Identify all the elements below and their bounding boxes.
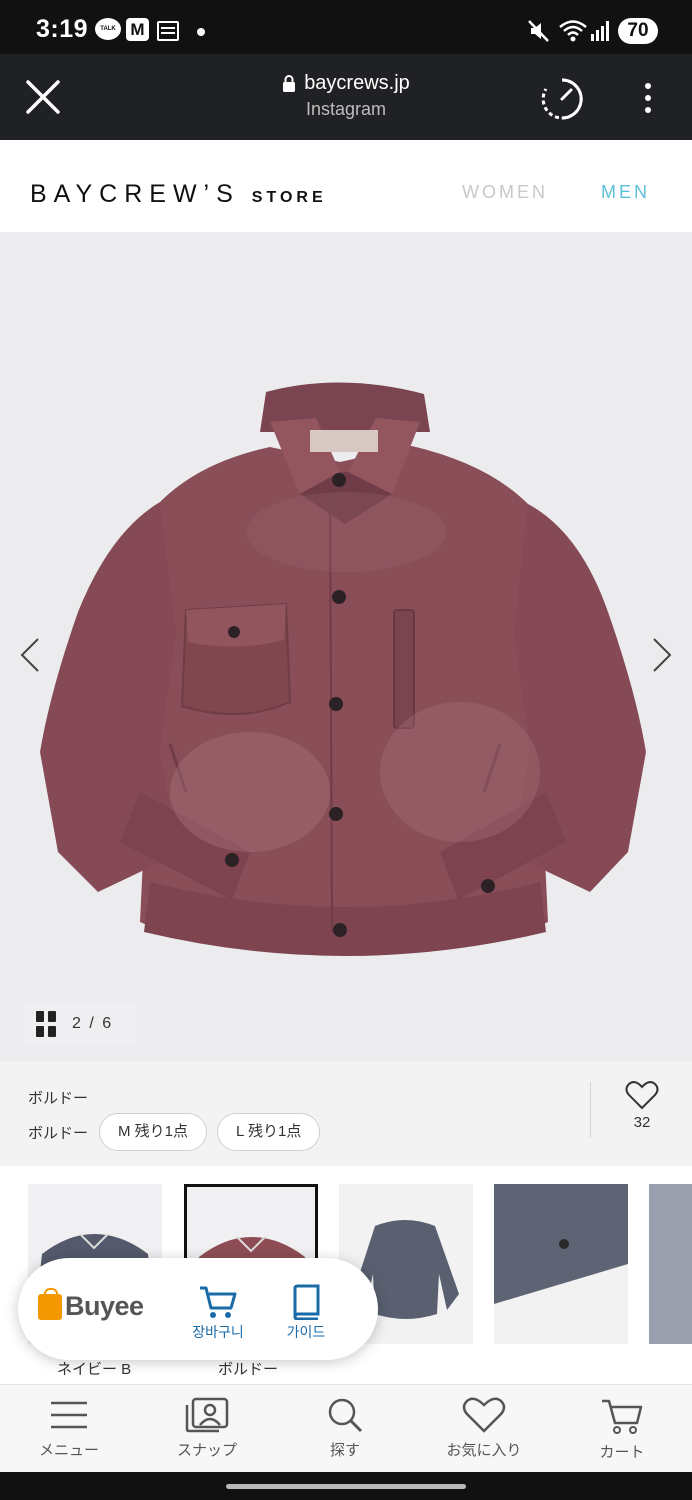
logo-sub-text: STORE [251, 189, 327, 206]
app-root: 3:19 TALK M 70 baycrews.jp Instagram BAY… [0, 0, 692, 1500]
thumbnail-detail[interactable] [494, 1184, 628, 1344]
calendar-icon [157, 21, 179, 41]
nav-search[interactable]: 探す [290, 1397, 400, 1460]
nav-cart-label: カート [599, 1444, 645, 1461]
buyee-logo[interactable]: Buyee [38, 1287, 144, 1322]
url-line: baycrews.jp [200, 72, 492, 95]
battery-indicator: 70 [618, 18, 658, 44]
buyee-guide-button[interactable]: 가이드 [276, 1284, 336, 1342]
thumbnail-detail-2[interactable] [649, 1184, 692, 1344]
buyee-brand-text: Buyee [65, 1291, 144, 1321]
heart-icon [625, 1081, 659, 1110]
cart-icon [602, 1399, 643, 1434]
image-counter-text: 2 / 6 [72, 1015, 114, 1032]
nav-favorites[interactable]: お気に入り [429, 1397, 539, 1460]
nav-cart[interactable]: カート [567, 1397, 677, 1462]
signal-icon [591, 21, 609, 41]
url-display[interactable]: baycrews.jp Instagram [200, 72, 492, 120]
logo-main-text: BAYCREW’S [30, 180, 240, 208]
more-options-icon[interactable] [636, 80, 660, 116]
nav-menu[interactable]: メニュー [14, 1397, 124, 1460]
buyee-bag-icon [38, 1287, 62, 1320]
book-icon [293, 1284, 320, 1320]
site-header: BAYCREW’S STORE WOMEN MEN [0, 140, 692, 232]
lock-icon [283, 74, 296, 92]
buyee-floating-widget: Buyee 장바구니 가이드 [18, 1258, 378, 1360]
nav-women-link[interactable]: WOMEN [462, 182, 548, 203]
heart-icon [462, 1397, 506, 1433]
favorite-button[interactable]: 32 [618, 1080, 666, 1131]
snap-photo-icon [185, 1397, 229, 1433]
image-counter[interactable]: 2 / 6 [24, 1002, 136, 1046]
nav-men-link[interactable]: MEN [601, 182, 650, 203]
buyee-cart-label: 장바구니 [192, 1324, 244, 1340]
mute-icon [528, 20, 549, 42]
nav-search-label: 探す [329, 1442, 360, 1459]
grid-icon [36, 1011, 56, 1037]
buyee-cart-button[interactable]: 장바구니 [184, 1284, 252, 1342]
notification-dot-icon [197, 28, 205, 36]
m-app-icon: M [126, 18, 149, 41]
thumbnail-caption-navy-b: ネイビー B [57, 1361, 132, 1378]
speedometer-icon[interactable] [540, 77, 584, 121]
home-gesture-handle[interactable] [226, 1484, 466, 1489]
color-row-label: ボルドー [28, 1124, 89, 1142]
kakaotalk-icon: TALK [95, 18, 121, 40]
selected-color-label: ボルドー [28, 1090, 89, 1107]
nav-snap[interactable]: スナップ [152, 1397, 262, 1460]
wifi-icon [559, 20, 587, 42]
divider [590, 1082, 591, 1138]
size-chip-m[interactable]: M 残り1点 [99, 1113, 208, 1151]
site-logo[interactable]: BAYCREW’S STORE [30, 180, 327, 209]
buyee-guide-label: 가이드 [286, 1324, 326, 1340]
product-photo-jacket [40, 382, 646, 956]
url-source: Instagram [305, 99, 387, 119]
favorite-count: 32 [633, 1114, 651, 1131]
product-image-carousel[interactable]: 2 / 6 [0, 232, 692, 1062]
search-icon [328, 1398, 363, 1433]
url-text: baycrews.jp [304, 72, 410, 94]
thumbnail-image [494, 1184, 628, 1344]
color-size-section: ボルドー ボルドー M 残り1点 L 残り1点 32 [0, 1062, 692, 1166]
nav-menu-label: メニュー [38, 1442, 99, 1459]
nav-favorites-label: お気に入り [446, 1442, 522, 1459]
carousel-next-arrow-icon[interactable] [652, 637, 672, 673]
nav-snap-label: スナップ [176, 1442, 237, 1459]
color-size-row: ボルドー M 残り1点 L 残り1点 [28, 1113, 321, 1151]
size-chip-l[interactable]: L 残り1点 [217, 1113, 321, 1151]
bottom-navigation: メニュー スナップ 探す お気に入り カート [0, 1384, 692, 1472]
thumbnail-caption-bordeaux: ボルドー [218, 1361, 279, 1378]
status-time: 3:19 [36, 15, 89, 43]
close-icon[interactable] [24, 78, 62, 116]
carousel-prev-arrow-icon[interactable] [20, 637, 40, 673]
in-app-browser-header: baycrews.jp Instagram [0, 54, 692, 140]
status-bar: 3:19 TALK M 70 [0, 0, 692, 54]
hamburger-menu-icon [51, 1401, 87, 1429]
cart-icon [200, 1286, 237, 1318]
system-gesture-bar [0, 1472, 692, 1500]
